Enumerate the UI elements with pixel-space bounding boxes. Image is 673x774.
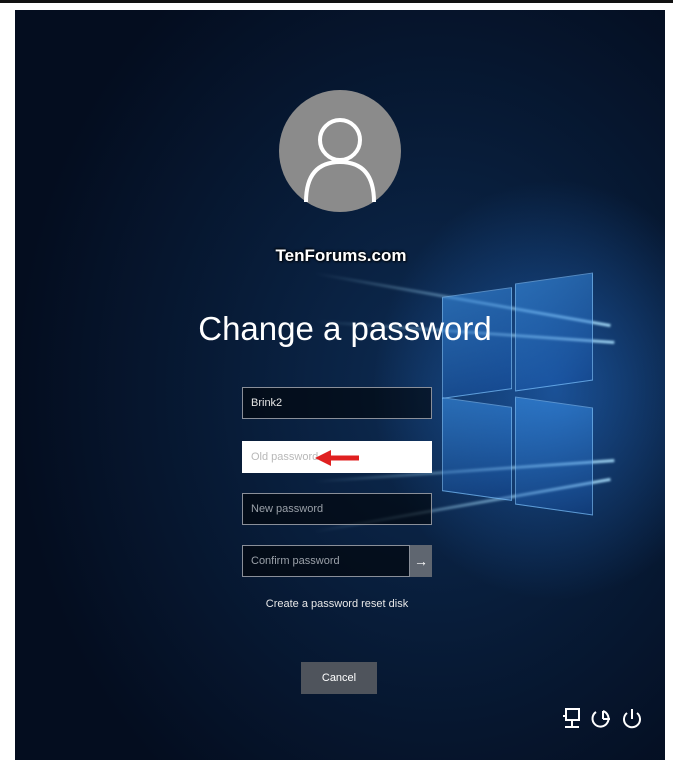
watermark-text: TenForums.com	[275, 246, 407, 265]
create-reset-disk-link[interactable]: Create a password reset disk	[215, 598, 459, 610]
confirm-password-field[interactable]	[242, 545, 410, 577]
lock-screen: TenForums.com Change a password → Create…	[15, 10, 665, 760]
username-field[interactable]	[242, 387, 432, 419]
cancel-button[interactable]: Cancel	[301, 662, 377, 694]
ease-of-access-icon[interactable]	[591, 707, 615, 731]
windows-logo-pane	[515, 396, 593, 516]
submit-arrow-button[interactable]: →	[410, 545, 432, 577]
page-title: Change a password	[198, 310, 492, 347]
windows-logo-pane	[515, 272, 593, 392]
power-icon[interactable]	[620, 707, 644, 731]
red-arrow-annotation	[315, 450, 359, 466]
windows-logo-pane	[442, 397, 512, 501]
top-border	[0, 0, 673, 3]
user-avatar	[279, 90, 401, 212]
user-icon	[304, 118, 376, 203]
new-password-field[interactable]	[242, 493, 432, 525]
network-icon[interactable]	[561, 707, 585, 731]
